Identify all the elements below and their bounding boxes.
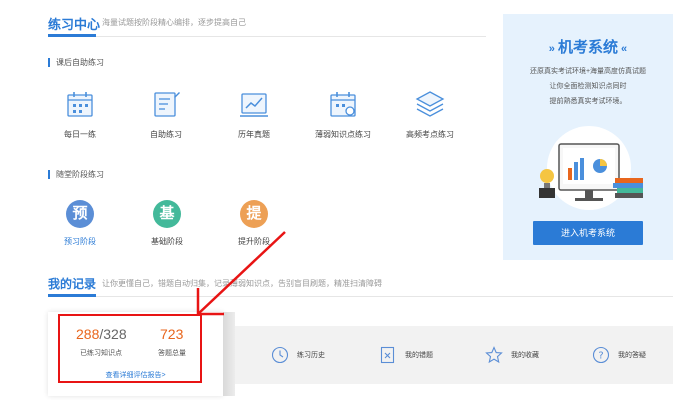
section-stage-practice: 随堂阶段练习 [48, 170, 104, 179]
calendar-icon [67, 92, 93, 117]
stage-basic-badge: 基 [153, 200, 181, 228]
favorites-link[interactable]: 我的收藏 [485, 344, 539, 366]
notebook-pen-icon [154, 92, 180, 117]
tool-label: 薄弱知识点练习 [315, 130, 371, 139]
action-label: 练习历史 [297, 352, 325, 359]
tool-label: 每日一练 [64, 130, 96, 139]
tool-daily-practice[interactable]: 每日一练 [44, 88, 116, 140]
stage-label: 预习阶段 [64, 237, 96, 246]
tool-high-frequency[interactable]: 高频考点练习 [394, 88, 466, 140]
svg-text:?: ? [598, 351, 603, 362]
exam-line: 还原真实考试环境+海量高度仿真试题 [529, 68, 647, 75]
tool-label: 高频考点练习 [406, 130, 454, 139]
action-label: 我的收藏 [511, 352, 539, 359]
title-accent [48, 34, 96, 37]
divider [48, 296, 673, 297]
wrong-doc-icon [380, 346, 395, 364]
records-actions-bar: 练习历史 我的错题 我的收藏 ? 我的答疑 [235, 326, 673, 384]
records-subtitle: 让你更懂自己，错题自动归集，记录薄弱知识点，告别盲目刷题，精准扫清障碍 [102, 279, 382, 288]
exam-system-panel: » 机考系统 « 还原真实考试环境+海量高度仿真试题 让你全面检测知识点同时 提… [503, 14, 673, 260]
practice-history-link[interactable]: 练习历史 [271, 344, 325, 366]
section-self-practice: 课后自助练习 [48, 58, 104, 67]
wrong-questions-link[interactable]: 我的错题 [379, 344, 433, 366]
trend-chart-icon [240, 93, 268, 117]
stage-preview[interactable]: 预 预习阶段 [48, 190, 112, 254]
exam-line: 提前熟悉真实考试环境。 [549, 98, 627, 105]
tool-past-exams[interactable]: 历年真题 [218, 88, 290, 140]
divider [48, 36, 486, 37]
card-connector [223, 312, 235, 396]
stage-advanced-badge: 提 [240, 200, 268, 228]
practice-center-subtitle: 海量试题按阶段精心编排，逐步提高自己 [102, 18, 246, 27]
exam-system-title: » 机考系统 « [548, 39, 628, 56]
title-accent [48, 294, 96, 297]
stack-layers-icon [415, 91, 445, 117]
annotation-highlight-box [58, 314, 202, 383]
clock-icon [271, 346, 289, 364]
tool-label: 自助练习 [150, 130, 182, 139]
stage-advanced[interactable]: 提 提升阶段 [222, 190, 286, 254]
my-questions-link[interactable]: ? 我的答疑 [592, 344, 646, 366]
tool-label: 历年真题 [238, 130, 270, 139]
question-icon: ? [592, 346, 610, 364]
tool-self-practice[interactable]: 自助练习 [130, 88, 202, 140]
enter-exam-button[interactable]: 进入机考系统 [533, 221, 643, 245]
calendar-alert-icon [330, 92, 356, 117]
records-title: 我的记录 [48, 277, 97, 291]
action-label: 我的答疑 [618, 352, 646, 359]
star-icon [485, 346, 503, 364]
stage-label: 提升阶段 [238, 237, 270, 246]
practice-center-title: 练习中心 [48, 17, 101, 32]
stage-preview-badge: 预 [66, 200, 94, 228]
exam-illustration [539, 126, 643, 210]
stage-basic[interactable]: 基 基础阶段 [135, 190, 199, 254]
exam-line: 让你全面检测知识点同时 [549, 83, 627, 90]
stage-label: 基础阶段 [151, 237, 183, 246]
action-label: 我的错题 [405, 352, 433, 359]
tool-weak-points[interactable]: 薄弱知识点练习 [307, 88, 379, 140]
